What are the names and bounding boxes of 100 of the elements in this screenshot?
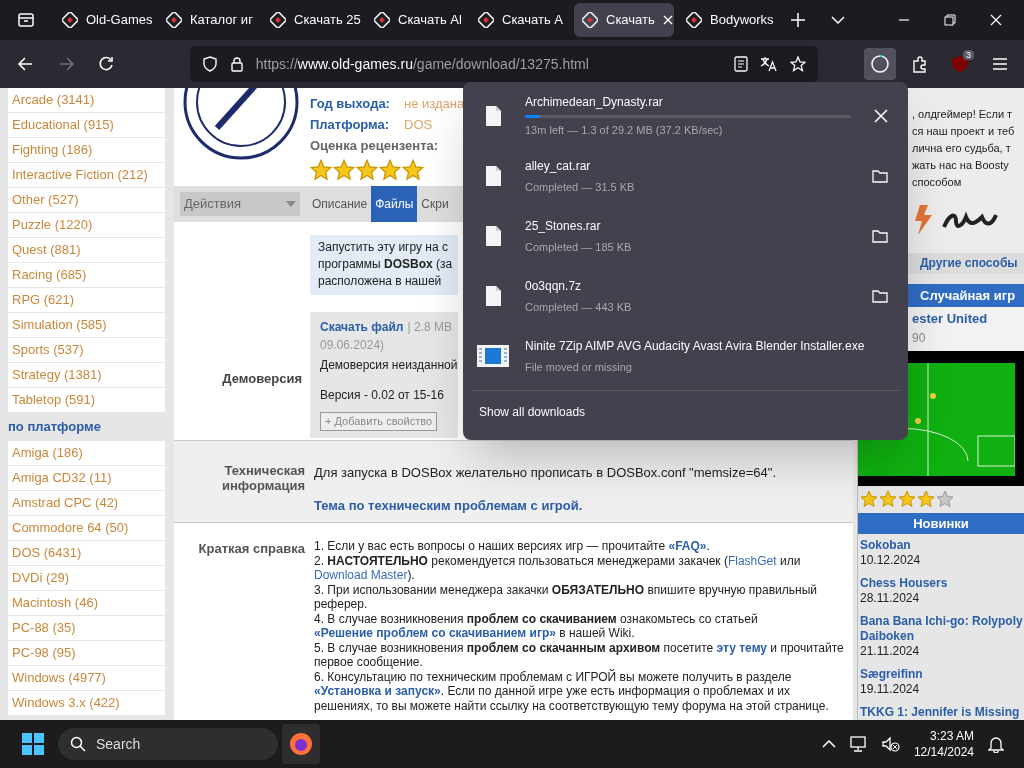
help-link[interactable]: «Решение проблем со скачиванием игр» bbox=[314, 626, 556, 640]
show-all-downloads-button[interactable]: Show all downloads bbox=[469, 397, 902, 427]
browser-tab[interactable]: Каталог иг bbox=[158, 3, 258, 37]
sidebar-link[interactable]: Amiga (186) bbox=[8, 441, 165, 465]
support-text: лична его судьба, т bbox=[912, 141, 1012, 156]
back-icon[interactable] bbox=[16, 55, 35, 73]
sidebar-link[interactable]: Racing (685) bbox=[8, 263, 165, 287]
sidebar-link[interactable]: Quest (881) bbox=[8, 238, 165, 262]
chevron-up-icon[interactable] bbox=[821, 740, 836, 748]
sidebar-link[interactable]: RPG (621) bbox=[8, 288, 165, 312]
sidebar-link[interactable]: Educational (915) bbox=[8, 113, 165, 137]
restore-icon[interactable] bbox=[944, 14, 956, 26]
sidebar-link[interactable]: Macintosh (46) bbox=[8, 591, 165, 615]
bell-icon[interactable] bbox=[988, 735, 1004, 753]
volume-muted-icon[interactable] bbox=[881, 736, 900, 752]
help-paragraph: 1. Если у вас есть вопросы о наших версиях игр — прочитайте «FAQ». bbox=[314, 539, 711, 554]
file-name: alley_cat.rar bbox=[525, 157, 592, 175]
content-tab[interactable]: Файлы bbox=[371, 186, 418, 222]
sidebar-link[interactable]: Windows 3.x (422) bbox=[8, 691, 165, 715]
sidebar-link[interactable]: Windows (4977) bbox=[8, 666, 165, 690]
game-link[interactable]: ester United bbox=[912, 309, 988, 329]
download-item[interactable]: Archimedean_Dynasty.rar 13m left — 1.3 of 29.2 MB (37.2 KB/sec) bbox=[463, 86, 908, 146]
sidebar-link[interactable]: Interactive Fiction (212) bbox=[8, 163, 165, 187]
taskbar-app-button[interactable] bbox=[282, 724, 320, 764]
sidebar-link[interactable]: Arcade (3141) bbox=[8, 88, 165, 112]
sidebar-link[interactable]: Puzzle (1220) bbox=[8, 213, 165, 237]
download-item[interactable]: 25_Stones.rar Completed — 185 KB bbox=[463, 206, 908, 266]
downloads-button[interactable] bbox=[864, 48, 897, 80]
site-favicon-icon bbox=[166, 12, 182, 28]
download-link[interactable]: Скачать файл bbox=[320, 318, 404, 336]
close-icon[interactable] bbox=[990, 14, 1002, 26]
sidebar-link[interactable]: PC-98 (95) bbox=[8, 641, 165, 665]
sidebar-link[interactable]: Commodore 64 (50) bbox=[8, 516, 165, 540]
browser-tab[interactable]: Скачать bbox=[574, 3, 674, 37]
sidebar-link[interactable]: Amstrad CPC (42) bbox=[8, 491, 165, 515]
browser-tab[interactable]: Old-Games bbox=[54, 3, 154, 37]
help-link[interactable]: FlashGet bbox=[727, 553, 777, 568]
download-item[interactable]: Ninite 7Zip AIMP AVG Audacity Avast Avira Blender Installer.exe File moved or missing bbox=[463, 326, 908, 386]
field-label: Год выхода: bbox=[310, 96, 391, 111]
field-value: DOS bbox=[404, 117, 433, 132]
help-paragraph: 3. При использовании менеджера закачки ОБЯЗАТЕЛЬНО впишите вручную правильный реферер. bbox=[314, 582, 818, 612]
shield-icon bbox=[201, 56, 218, 72]
browser-tab[interactable]: Bodyworks bbox=[678, 3, 778, 37]
chevron-down-icon[interactable] bbox=[831, 16, 845, 24]
help-link[interactable]: эту тему bbox=[716, 640, 768, 655]
search-field[interactable]: Search bbox=[58, 728, 278, 760]
folder-icon[interactable] bbox=[872, 169, 888, 183]
sidebar-link[interactable]: Tabletop (591) bbox=[8, 388, 165, 412]
search-icon bbox=[70, 736, 86, 752]
translate-icon[interactable] bbox=[760, 56, 779, 72]
news-link[interactable]: Chess Housers bbox=[860, 576, 1024, 591]
browser-tab[interactable]: Скачать 25 bbox=[262, 3, 362, 37]
field-label: Оценка рецензента: bbox=[310, 138, 440, 153]
content-tab[interactable]: Скри bbox=[417, 186, 453, 222]
filled-star-icon bbox=[310, 159, 332, 181]
tab-list-icon[interactable] bbox=[17, 12, 35, 28]
reader-view-icon[interactable] bbox=[734, 56, 749, 72]
folder-icon[interactable] bbox=[872, 229, 888, 243]
sidebar-link[interactable]: Fighting (186) bbox=[8, 138, 165, 162]
network-icon[interactable] bbox=[849, 736, 868, 752]
sidebar-link[interactable]: PC-88 (35) bbox=[8, 616, 165, 640]
caret-down-icon bbox=[286, 201, 296, 207]
news-link[interactable]: TKKG 1: Jennifer is Missing bbox=[860, 705, 1024, 720]
help-link[interactable]: «Установка и запуск» bbox=[314, 684, 441, 698]
menu-icon[interactable] bbox=[992, 57, 1009, 71]
news-link[interactable]: Sokoban bbox=[860, 538, 1024, 553]
file-icon bbox=[484, 165, 502, 187]
clock[interactable]: 3:23 AM 12/14/2024 bbox=[913, 728, 974, 760]
download-status: Completed — 31.5 KB bbox=[525, 179, 636, 195]
add-property-button[interactable]: + Добавить свойство bbox=[320, 412, 437, 431]
forum-link[interactable]: Тема по техническим проблемам с игрой. bbox=[314, 495, 777, 515]
news-link[interactable]: Bana Bana Ichi-go: Rolypoly Daiboken bbox=[860, 614, 1024, 644]
folder-icon[interactable] bbox=[872, 289, 888, 303]
sidebar-link[interactable]: Strategy (1381) bbox=[8, 363, 165, 387]
download-item[interactable]: alley_cat.rar Completed — 31.5 KB bbox=[463, 146, 908, 206]
wordmark-logo-icon bbox=[942, 211, 998, 229]
bookmark-star-icon[interactable] bbox=[790, 56, 807, 72]
help-paragraph: 5. В случае возникновения проблем со скачанным архивом посетите эту тему и прочитайте первое сообщение. bbox=[314, 640, 844, 669]
sidebar-link[interactable]: Amiga CD32 (11) bbox=[8, 466, 165, 490]
notice-text: расположена в нашей bbox=[318, 273, 443, 290]
browser-tab[interactable]: Скачать A bbox=[470, 3, 570, 37]
filled-star-icon bbox=[879, 490, 897, 509]
sidebar-link[interactable]: Other (527) bbox=[8, 188, 165, 212]
news-link[interactable]: Sægreifinn bbox=[860, 667, 1024, 682]
sidebar-link[interactable]: DOS (6431) bbox=[8, 541, 165, 565]
address-bar[interactable]: https://www.old-games.ru/game/download/13275.html bbox=[189, 46, 819, 82]
empty-star-icon bbox=[936, 490, 954, 509]
close-icon[interactable] bbox=[874, 109, 888, 123]
browser-tab[interactable]: Скачать Al bbox=[366, 3, 466, 37]
help-paragraph: 4. В случае возникновения проблем со скачиванием ознакомьтесь со статьей «Решение проблем со скачиванием игр» в нашей Wiki. bbox=[314, 611, 759, 641]
content-tab[interactable]: Описание bbox=[308, 186, 372, 222]
file-description: Демоверсия неизданной bbox=[320, 357, 458, 374]
sidebar-link[interactable]: DVDi (29) bbox=[8, 566, 165, 590]
sidebar-link[interactable]: Simulation (585) bbox=[8, 313, 165, 337]
windows-start-icon[interactable] bbox=[22, 733, 44, 755]
actions-dropdown[interactable]: Действия bbox=[180, 192, 300, 216]
new-tab-icon[interactable] bbox=[791, 13, 805, 27]
help-link[interactable]: Download Master bbox=[314, 568, 408, 582]
sidebar-link[interactable]: Sports (537) bbox=[8, 338, 165, 362]
file-name: Ninite 7Zip AIMP AVG Audacity Avast Avira Blender Installer.exe bbox=[525, 337, 866, 355]
